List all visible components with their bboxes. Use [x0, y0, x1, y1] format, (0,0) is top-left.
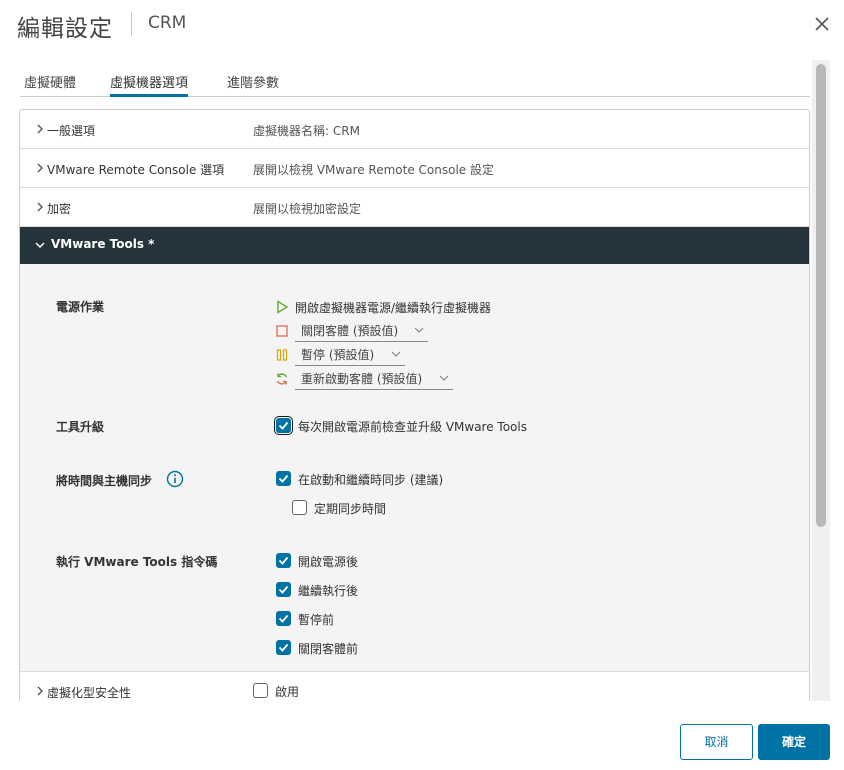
chevron-down-icon	[439, 375, 449, 381]
section-label: 虛擬化型安全性	[47, 686, 132, 700]
stop-select-value: 關閉客體 (預設值)	[301, 324, 399, 338]
section-label: 一般選項	[47, 124, 96, 138]
script-after-power-on-checkbox[interactable]	[276, 553, 291, 568]
check-icon	[278, 585, 289, 594]
script-before-suspend-checkbox[interactable]	[276, 611, 291, 626]
chevron-down-icon	[35, 242, 45, 249]
tab-vm-options[interactable]: 虛擬機器選項	[110, 72, 189, 97]
suspend-select-value: 暫停 (預設值)	[301, 348, 375, 362]
stop-icon	[276, 325, 288, 337]
script-before-suspend-text: 暫停前	[298, 613, 335, 627]
info-icon[interactable]	[166, 470, 184, 488]
time-sync-periodic-checkbox[interactable]	[292, 500, 307, 515]
dialog-header: 編輯設定 CRM	[0, 0, 844, 52]
reset-select[interactable]: 重新啟動客體 (預設值)	[295, 368, 453, 390]
check-icon	[278, 614, 289, 623]
section-value: 展開以檢視加密設定	[253, 202, 362, 216]
vmware-tools-body: 電源作業 開啟虛擬機器電源/繼續執行虛擬機器 關閉客體 (預設值) 暫停 (預設…	[20, 264, 809, 672]
tools-upgrade-text: 每次開啟電源前檢查並升級 VMware Tools	[298, 420, 527, 434]
chevron-right-icon	[37, 124, 43, 134]
section-general-options[interactable]: 一般選項 虛擬機器名稱: CRM	[20, 110, 809, 149]
check-icon	[278, 474, 289, 483]
time-sync-startup-checkbox[interactable]	[276, 471, 291, 486]
script-after-resume-checkbox[interactable]	[276, 582, 291, 597]
time-sync-periodic-text: 定期同步時間	[314, 502, 387, 516]
time-sync-startup-text: 在啟動和繼續時同步 (建議)	[298, 473, 444, 487]
vbs-enable-checkbox[interactable]	[253, 683, 268, 698]
tab-virtual-hardware[interactable]: 虛擬硬體	[24, 72, 76, 97]
section-vmware-tools[interactable]: VMware Tools *	[20, 227, 809, 264]
stop-select[interactable]: 關閉客體 (預設值)	[295, 320, 428, 342]
check-icon	[278, 556, 289, 565]
dialog-subtitle: CRM	[148, 13, 187, 33]
tools-scripts-label: 執行 VMware Tools 指令碼	[56, 555, 218, 569]
section-label: VMware Remote Console 選項	[47, 163, 225, 177]
chevron-right-icon	[37, 686, 43, 696]
time-sync-label: 將時間與主機同步	[56, 474, 153, 488]
reset-select-value: 重新啟動客體 (預設值)	[301, 372, 423, 386]
section-vmrc-options[interactable]: VMware Remote Console 選項 展開以檢視 VMware Re…	[20, 149, 809, 188]
close-icon	[815, 17, 829, 31]
title-separator	[131, 12, 132, 36]
chevron-down-icon	[414, 327, 424, 333]
play-icon	[277, 300, 289, 314]
script-after-power-on-text: 開啟電源後	[298, 555, 359, 569]
section-label: VMware Tools *	[51, 237, 155, 251]
chevron-right-icon	[37, 163, 43, 173]
section-label: 加密	[47, 202, 72, 216]
script-after-resume-text: 繼續執行後	[298, 584, 359, 598]
tab-bar: 虛擬硬體 虛擬機器選項 進階參數	[20, 62, 810, 97]
ok-button[interactable]: 確定	[758, 724, 830, 760]
pause-icon	[276, 349, 288, 361]
section-encryption[interactable]: 加密 展開以檢視加密設定	[20, 188, 809, 227]
tools-upgrade-checkbox[interactable]	[274, 416, 293, 435]
vbs-enable-text: 啟用	[275, 685, 300, 699]
check-icon	[278, 421, 289, 430]
scrollbar[interactable]	[812, 60, 830, 701]
restart-icon	[276, 373, 288, 385]
section-value: 展開以檢視 VMware Remote Console 設定	[253, 163, 494, 177]
check-icon	[278, 643, 289, 652]
dialog-title: 編輯設定	[17, 16, 113, 42]
cancel-button[interactable]: 取消	[680, 724, 753, 760]
tools-upgrade-label: 工具升級	[56, 420, 105, 434]
suspend-select[interactable]: 暫停 (預設值)	[295, 344, 405, 366]
settings-scroll-area: 一般選項 虛擬機器名稱: CRM VMware Remote Console 選…	[0, 97, 812, 701]
power-operations-label: 電源作業	[56, 300, 105, 314]
tab-advanced-parameters[interactable]: 進階參數	[227, 72, 279, 97]
power-on-text: 開啟虛擬機器電源/繼續執行虛擬機器	[295, 301, 492, 315]
script-before-shutdown-text: 關閉客體前	[298, 642, 359, 656]
chevron-right-icon	[37, 202, 43, 212]
close-button[interactable]	[810, 12, 834, 36]
script-before-shutdown-checkbox[interactable]	[276, 640, 291, 655]
section-value: 虛擬機器名稱: CRM	[253, 124, 360, 138]
settings-panel: 一般選項 虛擬機器名稱: CRM VMware Remote Console 選…	[19, 109, 810, 701]
section-vbs[interactable]: 虛擬化型安全性 啟用	[20, 672, 809, 701]
chevron-down-icon	[391, 351, 401, 357]
scrollbar-thumb[interactable]	[816, 64, 826, 527]
